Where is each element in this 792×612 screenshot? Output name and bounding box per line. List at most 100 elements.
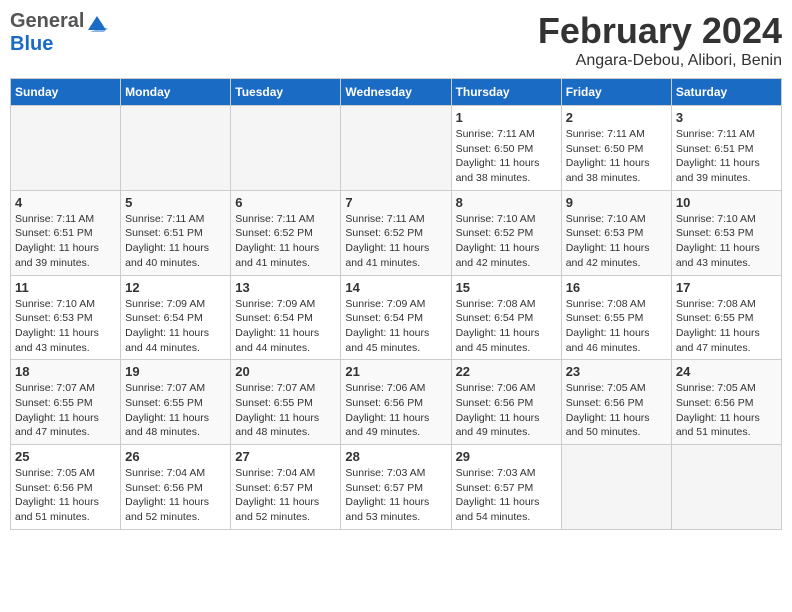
calendar-cell [121, 106, 231, 191]
day-info-line: Sunrise: 7:04 AM [235, 466, 336, 481]
day-info-line: Sunset: 6:57 PM [345, 481, 446, 496]
day-info-line: Sunset: 6:55 PM [125, 396, 226, 411]
calendar-cell: 24Sunrise: 7:05 AMSunset: 6:56 PMDayligh… [671, 360, 781, 445]
day-header-thursday: Thursday [451, 79, 561, 106]
day-number: 10 [676, 195, 777, 210]
day-info-line: Daylight: 11 hours [235, 326, 336, 341]
day-header-wednesday: Wednesday [341, 79, 451, 106]
day-info-line: Daylight: 11 hours [125, 241, 226, 256]
day-number: 29 [456, 449, 557, 464]
day-info-line: Sunrise: 7:11 AM [676, 127, 777, 142]
day-info-line: Sunset: 6:51 PM [125, 226, 226, 241]
day-info-line: and 41 minutes. [235, 256, 336, 271]
day-info-line: Sunset: 6:56 PM [125, 481, 226, 496]
day-number: 12 [125, 280, 226, 295]
calendar-table: SundayMondayTuesdayWednesdayThursdayFrid… [10, 78, 782, 530]
day-info-line: Sunset: 6:54 PM [456, 311, 557, 326]
title-area: February 2024 Angara-Debou, Alibori, Ben… [538, 10, 782, 70]
day-info-line: Sunrise: 7:06 AM [345, 381, 446, 396]
day-info-line: Daylight: 11 hours [125, 495, 226, 510]
header: General Blue February 2024 Angara-Debou,… [10, 10, 782, 70]
day-info-line: Sunset: 6:54 PM [345, 311, 446, 326]
day-info-line: Daylight: 11 hours [15, 326, 116, 341]
calendar-cell: 21Sunrise: 7:06 AMSunset: 6:56 PMDayligh… [341, 360, 451, 445]
day-info-line: Sunset: 6:50 PM [566, 142, 667, 157]
day-number: 16 [566, 280, 667, 295]
day-number: 17 [676, 280, 777, 295]
calendar-cell: 19Sunrise: 7:07 AMSunset: 6:55 PMDayligh… [121, 360, 231, 445]
day-info-line: Sunset: 6:52 PM [345, 226, 446, 241]
day-info-line: and 52 minutes. [235, 510, 336, 525]
day-info-line: Sunset: 6:55 PM [235, 396, 336, 411]
day-number: 2 [566, 110, 667, 125]
day-info-line: Daylight: 11 hours [566, 156, 667, 171]
day-info-line: Sunset: 6:56 PM [15, 481, 116, 496]
day-number: 4 [15, 195, 116, 210]
month-title: February 2024 [538, 10, 782, 52]
calendar-cell: 3Sunrise: 7:11 AMSunset: 6:51 PMDaylight… [671, 106, 781, 191]
day-info-line: Sunrise: 7:06 AM [456, 381, 557, 396]
day-info-line: Daylight: 11 hours [456, 156, 557, 171]
day-number: 3 [676, 110, 777, 125]
calendar-cell: 5Sunrise: 7:11 AMSunset: 6:51 PMDaylight… [121, 190, 231, 275]
day-info-line: Daylight: 11 hours [235, 241, 336, 256]
calendar-cell: 7Sunrise: 7:11 AMSunset: 6:52 PMDaylight… [341, 190, 451, 275]
logo-blue: Blue [10, 33, 53, 55]
day-info-line: Sunrise: 7:11 AM [566, 127, 667, 142]
day-info-line: Sunset: 6:57 PM [235, 481, 336, 496]
day-info-line: and 44 minutes. [125, 341, 226, 356]
day-info-line: Sunset: 6:55 PM [676, 311, 777, 326]
day-info-line: Daylight: 11 hours [566, 326, 667, 341]
calendar-cell: 10Sunrise: 7:10 AMSunset: 6:53 PMDayligh… [671, 190, 781, 275]
day-info-line: Sunrise: 7:07 AM [125, 381, 226, 396]
day-info-line: and 54 minutes. [456, 510, 557, 525]
day-info-line: Sunrise: 7:10 AM [15, 297, 116, 312]
day-info-line: Daylight: 11 hours [676, 326, 777, 341]
day-info-line: Daylight: 11 hours [676, 156, 777, 171]
logo-general: General [10, 10, 84, 33]
calendar-week-2: 11Sunrise: 7:10 AMSunset: 6:53 PMDayligh… [11, 275, 782, 360]
day-info-line: and 39 minutes. [15, 256, 116, 271]
day-info-line: Sunset: 6:52 PM [235, 226, 336, 241]
day-info-line: Sunrise: 7:04 AM [125, 466, 226, 481]
day-number: 26 [125, 449, 226, 464]
day-info-line: Daylight: 11 hours [15, 241, 116, 256]
day-info-line: Sunrise: 7:10 AM [456, 212, 557, 227]
day-info-line: Sunrise: 7:11 AM [125, 212, 226, 227]
day-header-monday: Monday [121, 79, 231, 106]
calendar-cell [561, 445, 671, 530]
calendar-cell: 20Sunrise: 7:07 AMSunset: 6:55 PMDayligh… [231, 360, 341, 445]
day-info-line: Sunset: 6:56 PM [456, 396, 557, 411]
day-info-line: Daylight: 11 hours [345, 241, 446, 256]
calendar-cell: 26 Sunrise: 7:04 AMSunset: 6:56 PMDayligh… [121, 445, 231, 530]
calendar-cell: 18Sunrise: 7:07 AMSunset: 6:55 PMDayligh… [11, 360, 121, 445]
day-number: 21 [345, 364, 446, 379]
day-info-line: and 38 minutes. [456, 171, 557, 186]
day-number: 22 [456, 364, 557, 379]
day-number: 13 [235, 280, 336, 295]
day-number: 28 [345, 449, 446, 464]
calendar-cell [671, 445, 781, 530]
day-number: 14 [345, 280, 446, 295]
day-number: 8 [456, 195, 557, 210]
day-info-line: and 51 minutes. [15, 510, 116, 525]
calendar-cell: 9Sunrise: 7:10 AMSunset: 6:53 PMDaylight… [561, 190, 671, 275]
day-info-line: Daylight: 11 hours [125, 411, 226, 426]
day-info-line: Daylight: 11 hours [676, 241, 777, 256]
day-info-line: Daylight: 11 hours [456, 411, 557, 426]
calendar-cell: 1Sunrise: 7:11 AMSunset: 6:50 PMDaylight… [451, 106, 561, 191]
day-info-line: Daylight: 11 hours [676, 411, 777, 426]
day-info-line: and 41 minutes. [345, 256, 446, 271]
day-header-saturday: Saturday [671, 79, 781, 106]
day-info-line: Sunrise: 7:07 AM [15, 381, 116, 396]
calendar-cell: 14Sunrise: 7:09 AMSunset: 6:54 PMDayligh… [341, 275, 451, 360]
day-info-line: Sunrise: 7:09 AM [235, 297, 336, 312]
calendar-cell [11, 106, 121, 191]
day-number: 1 [456, 110, 557, 125]
day-info-line: Sunrise: 7:05 AM [566, 381, 667, 396]
day-info-line: Sunset: 6:53 PM [566, 226, 667, 241]
day-info-line: and 49 minutes. [456, 425, 557, 440]
day-info-line: and 44 minutes. [235, 341, 336, 356]
day-info-line: and 49 minutes. [345, 425, 446, 440]
day-info-line: Daylight: 11 hours [15, 495, 116, 510]
